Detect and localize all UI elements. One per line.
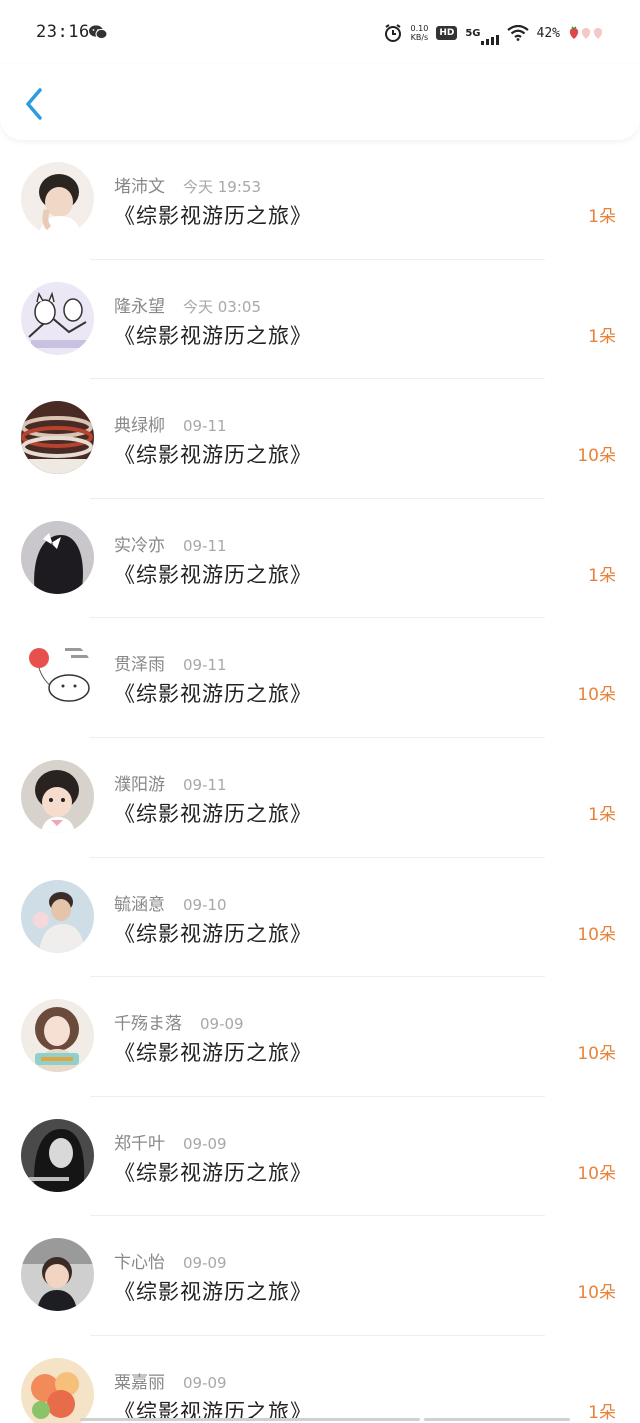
flower-count: 1朵 <box>588 207 616 227</box>
battery-percent: 42% <box>536 25 560 41</box>
book-title: 《综影视游历之旅》 <box>114 682 312 707</box>
battery-strawberry-icon <box>569 26 603 39</box>
flower-count: 1朵 <box>588 565 616 586</box>
send-time: 09-09 <box>183 1134 227 1153</box>
list-item[interactable]: 隆永望 今天 03:05 《综影视游历之旅》 1朵 <box>0 260 640 380</box>
flower-count: 10朵 <box>577 924 616 945</box>
sender-info: 卞心怡 09-09 <box>114 1248 227 1273</box>
sender-info: 千殇ま落 09-09 <box>114 1009 244 1034</box>
book-title: 《综影视游历之旅》 <box>114 1280 312 1305</box>
sender-info: 典绿柳 09-11 <box>114 411 227 436</box>
avatar <box>21 999 94 1073</box>
send-time: 09-09 <box>183 1254 227 1273</box>
scroll-indicator-left <box>80 1418 420 1421</box>
sender-name: 典绿柳 <box>114 416 165 437</box>
list-item[interactable]: 实冷亦 09-11 《综影视游历之旅》 1朵 <box>0 499 640 619</box>
send-time: 09-09 <box>200 1015 244 1034</box>
flower-record-list: 堵沛文 今天 19:53 《综影视游历之旅》 1朵 隆永望 今天 03:05 《综影… <box>0 140 640 1423</box>
list-item[interactable]: 郑千叶 09-09 《综影视游历之旅》 10朵 <box>0 1097 640 1217</box>
sender-name: 卞心怡 <box>114 1253 165 1274</box>
sender-info: 粟嘉丽 09-09 <box>114 1368 227 1393</box>
send-time: 09-11 <box>183 775 227 794</box>
alarm-icon <box>384 24 401 42</box>
book-title: 《综影视游历之旅》 <box>114 1041 312 1066</box>
list-item[interactable]: 粟嘉丽 09-09 《综影视游历之旅》 1朵 <box>0 1336 640 1423</box>
flower-count: 1朵 <box>588 326 616 347</box>
sender-info: 堵沛文 今天 19:53 <box>114 172 261 197</box>
avatar <box>21 401 94 475</box>
flower-count: 10朵 <box>577 1283 616 1304</box>
avatar <box>21 520 94 594</box>
book-title: 《综影视游历之旅》 <box>114 1160 312 1185</box>
send-time: 09-11 <box>183 536 227 555</box>
book-title: 《综影视游历之旅》 <box>114 323 312 348</box>
sender-name: 隆永望 <box>114 296 165 317</box>
hd-badge: HD <box>436 26 458 40</box>
status-indicators: 0.10 KB/s HD 5G 42% <box>383 20 604 46</box>
avatar <box>21 1118 94 1192</box>
sender-name: 郑千叶 <box>114 1133 165 1154</box>
book-title: 《综影视游历之旅》 <box>114 443 312 468</box>
sender-name: 贯泽雨 <box>114 655 165 676</box>
sender-info: 实冷亦 09-11 <box>114 531 227 556</box>
avatar <box>21 1238 94 1312</box>
flower-count: 1朵 <box>588 804 616 825</box>
send-time: 09-11 <box>183 656 227 675</box>
sender-name: 千殇ま落 <box>114 1014 182 1035</box>
sender-name: 堵沛文 <box>114 177 165 197</box>
book-title: 《综影视游历之旅》 <box>114 204 312 228</box>
sender-info: 隆永望 今天 03:05 <box>114 292 261 317</box>
signal-5g-icon: 5G <box>465 28 499 45</box>
send-time: 09-09 <box>183 1373 227 1392</box>
list-item[interactable]: 典绿柳 09-11 《综影视游历之旅》 10朵 <box>0 379 640 499</box>
scroll-indicator-right <box>424 1418 570 1421</box>
send-time: 09-10 <box>183 895 227 914</box>
sender-info: 郑千叶 09-09 <box>114 1129 227 1154</box>
avatar <box>21 640 94 714</box>
wechat-icon <box>89 25 108 40</box>
flower-count: 10朵 <box>577 446 616 467</box>
network-speed: 0.10 KB/s <box>410 24 429 42</box>
list-item[interactable]: 毓涵意 09-10 《综影视游历之旅》 10朵 <box>0 858 640 978</box>
header-bar <box>0 64 640 140</box>
sender-name: 毓涵意 <box>114 894 165 915</box>
wifi-icon <box>506 25 529 41</box>
sender-name: 粟嘉丽 <box>114 1372 165 1393</box>
list-item[interactable]: 堵沛文 今天 19:53 《综影视游历之旅》 1朵 <box>0 140 640 260</box>
status-time: 23:16 <box>36 22 90 42</box>
list-item[interactable]: 卞心怡 09-09 《综影视游历之旅》 10朵 <box>0 1216 640 1336</box>
flower-count: 10朵 <box>577 1163 616 1184</box>
avatar <box>21 162 94 235</box>
flower-count: 10朵 <box>577 685 616 706</box>
avatar <box>21 759 94 833</box>
flower-count: 1朵 <box>588 1402 616 1423</box>
list-item[interactable]: 千殇ま落 09-09 《综影视游历之旅》 10朵 <box>0 977 640 1097</box>
send-time: 09-11 <box>183 417 227 436</box>
book-title: 《综影视游历之旅》 <box>114 921 312 946</box>
sender-info: 濮阳游 09-11 <box>114 770 227 795</box>
status-bar: 23:16 0.10 KB/s HD 5G 42% <box>0 0 640 64</box>
list-item[interactable]: 濮阳游 09-11 《综影视游历之旅》 1朵 <box>0 738 640 858</box>
sender-name: 实冷亦 <box>114 535 165 556</box>
sender-name: 濮阳游 <box>114 774 165 795</box>
book-title: 《综影视游历之旅》 <box>114 801 312 826</box>
sender-info: 贯泽雨 09-11 <box>114 650 227 675</box>
sender-info: 毓涵意 09-10 <box>114 890 227 915</box>
list-item[interactable]: 贯泽雨 09-11 《综影视游历之旅》 10朵 <box>0 618 640 738</box>
send-time: 今天 03:05 <box>183 297 261 316</box>
avatar <box>21 281 94 355</box>
avatar <box>21 879 94 953</box>
back-button[interactable] <box>20 84 50 124</box>
send-time: 今天 19:53 <box>183 178 261 196</box>
avatar <box>21 1357 94 1423</box>
flower-count: 10朵 <box>577 1044 616 1065</box>
book-title: 《综影视游历之旅》 <box>114 562 312 587</box>
